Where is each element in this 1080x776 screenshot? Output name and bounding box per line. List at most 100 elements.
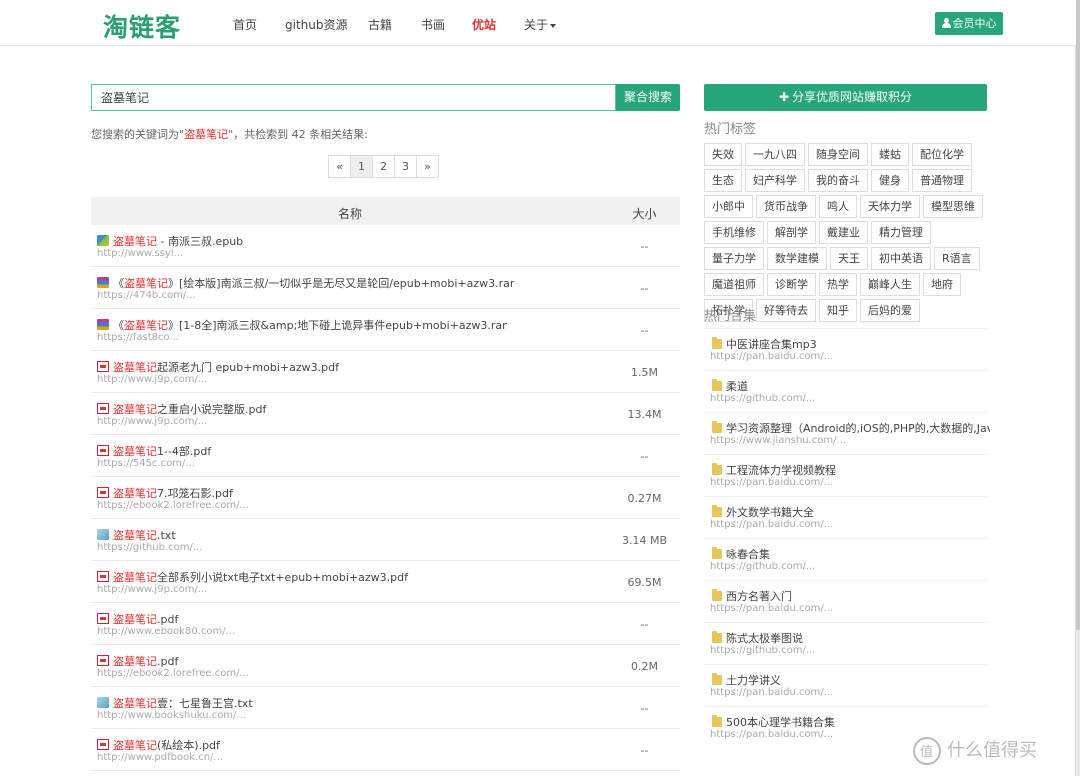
page-next[interactable]: » [416,155,439,178]
table-row[interactable]: 盗墓笔记.pdf http://www.ebook80.com/... -- [91,603,680,645]
collection-item[interactable]: 学习资源整理（Android的,iOS的,PHP的,大数据的,Java的, htt… [704,412,990,454]
title-keyword: 盗墓笔记 [113,571,157,584]
tag-item[interactable]: 量子力学 [704,247,764,270]
member-center-button[interactable]: 会员中心 [935,12,1003,35]
member-center-label: 会员中心 [952,17,997,30]
collection-title[interactable]: 学习资源整理（Android的,iOS的,PHP的,大数据的,Java的, [712,420,990,436]
row-title-link[interactable]: 盗墓笔记 - 南派三叔.epub [97,233,243,249]
collection-title[interactable]: 陈式太极拳图说 [712,630,990,646]
search-button[interactable]: 聚合搜索 [616,84,680,111]
collection-item[interactable]: 陈式太极拳图说 https://github.com/... [704,622,987,664]
tag-item[interactable]: 小郎中 [704,195,753,218]
table-row[interactable]: 盗墓笔记之重启小说完整版.pdf http://www.j9p.com/... 13… [91,393,680,435]
tag-item[interactable]: 巅峰人生 [860,273,920,296]
tag-item[interactable]: 知乎 [819,299,857,322]
table-row[interactable]: 盗墓笔记 - 南派三叔.epub http://www.ssyl... -- [91,225,680,267]
page-3[interactable]: 3 [394,155,417,178]
collection-title[interactable]: 土力学讲义 [712,672,990,688]
table-row[interactable]: 盗墓笔记.txt https://github.com/... 3.14 MB [91,519,680,561]
tag-item[interactable]: 我的奋斗 [808,169,868,192]
tag-item[interactable]: 魔道祖师 [704,273,764,296]
tag-item[interactable]: 地府 [923,273,961,296]
collection-item[interactable]: 西方名著入门 https://pan.baidu.com/... [704,580,987,622]
site-logo[interactable]: 淘链客 [103,8,181,44]
nav-ancient-books[interactable]: 古籍 [368,16,392,33]
row-title-link[interactable]: 盗墓笔记.pdf [97,611,178,627]
nav-home[interactable]: 首页 [233,16,257,33]
collection-title[interactable]: 外文数学书籍大全 [712,504,990,520]
nav-about[interactable]: 关于 [524,16,557,33]
tag-item[interactable]: 货币战争 [756,195,816,218]
tag-item[interactable]: 数学建模 [767,247,827,270]
tag-item[interactable]: 妇产科学 [745,169,805,192]
tag-item[interactable]: 随身空间 [808,143,868,166]
tag-item[interactable]: 好等待去 [756,299,816,322]
tag-item[interactable]: 模型思维 [923,195,983,218]
collection-title[interactable]: 西方名著入门 [712,588,990,604]
tag-item[interactable]: 后妈的爱 [860,299,920,322]
tag-item[interactable]: 配位化学 [912,143,972,166]
table-row[interactable]: 《盗墓笔记》[1-8全]南派三叔&amp;地下碰上诡异事件epub+mobi+a… [91,309,680,351]
tag-item[interactable]: 健身 [871,169,909,192]
tag-item[interactable]: 手机维修 [704,221,764,244]
tag-item[interactable]: 热学 [819,273,857,296]
row-title-link[interactable]: 盗墓笔记之重启小说完整版.pdf [97,401,266,417]
tag-item[interactable]: 失效 [704,143,742,166]
search-input[interactable] [91,84,616,111]
tag-item[interactable]: 初中英语 [871,247,931,270]
collection-title[interactable]: 柔道 [712,378,990,394]
tag-item[interactable]: 一九八四 [745,143,805,166]
hot-tags-title: 热门标签 [704,122,757,137]
tag-item[interactable]: 鸣人 [819,195,857,218]
table-row[interactable]: 盗墓笔记全部系列小说txt电子txt+epub+mobi+azw3.pdf htt… [91,561,680,603]
collection-title[interactable]: 500本心理学书籍合集 [712,714,990,730]
row-title-link[interactable]: 盗墓笔记1--4部.pdf [97,443,211,459]
collection-item[interactable]: 中医讲座合集mp3 https://pan.baidu.com/... [704,328,987,370]
table-row[interactable]: 盗墓笔记(私绘本).pdf http://www.pdfbook.cn/... -- [91,729,680,771]
table-row[interactable]: 盗墓笔记.pdf https://ebook2.lorefree.com/... 0… [91,645,680,687]
nav-calligraphy[interactable]: 书画 [421,16,445,33]
row-title-link[interactable]: 盗墓笔记全部系列小说txt电子txt+epub+mobi+azw3.pdf [97,569,408,585]
tag-item[interactable]: 戴建业 [819,221,868,244]
page-2[interactable]: 2 [372,155,395,178]
nav-github[interactable]: github资源 [285,16,348,33]
collection-item[interactable]: 咏春合集 https://github.com/... [704,538,987,580]
row-size: 3.14 MB [621,534,668,547]
row-title-link[interactable]: 《盗墓笔记》[1-8全]南派三叔&amp;地下碰上诡异事件epub+mobi+a… [97,317,507,333]
table-row[interactable]: 盗墓笔记7.邛笼石影.pdf https://ebook2.lorefree.co… [91,477,680,519]
collection-item[interactable]: 工程流体力学视频教程 https://pan.baidu.com/... [704,454,987,496]
collection-title[interactable]: 咏春合集 [712,546,990,562]
scrollbar[interactable] [1076,0,1080,776]
tag-item[interactable]: 天王 [830,247,868,270]
collection-title[interactable]: 工程流体力学视频教程 [712,462,990,478]
row-title-link[interactable]: 盗墓笔记(私绘本).pdf [97,737,220,753]
tag-item[interactable]: R语言 [934,247,980,270]
scrollbar-thumb[interactable] [1076,0,1080,630]
tag-item[interactable]: 精力管理 [871,221,931,244]
row-title-link[interactable]: 盗墓笔记7.邛笼石影.pdf [97,485,233,501]
row-title-link[interactable]: 盗墓笔记.pdf [97,653,178,669]
row-title-link[interactable]: 盗墓笔记.txt [97,527,176,543]
tag-item[interactable]: 蝼蛄 [871,143,909,166]
tag-item[interactable]: 生态 [704,169,742,192]
collection-item[interactable]: 土力学讲义 https://pan.baidu.com/... [704,664,987,706]
page-prev[interactable]: « [328,155,351,178]
table-row[interactable]: 盗墓笔记壹：七星鲁王宫.txt http://www.bookshuku.com/… [91,687,680,729]
table-row[interactable]: 《盗墓笔记》[绘本版]南派三叔/一切似乎是无尽又是轮回/epub+mobi+az… [91,267,680,309]
nav-featured-sites[interactable]: 优站 [472,16,496,33]
row-title-link[interactable]: 盗墓笔记壹：七星鲁王宫.txt [97,695,253,711]
table-row[interactable]: 盗墓笔记1--4部.pdf https://545c.com/... -- [91,435,680,477]
tag-item[interactable]: 诊断学 [767,273,816,296]
row-title-link[interactable]: 盗墓笔记起源老九门 epub+mobi+azw3.pdf [97,359,339,375]
collection-item[interactable]: 柔道 https://github.com/... [704,370,987,412]
row-url: http://www.pdfbook.cn/... [97,752,223,763]
page-1[interactable]: 1 [350,155,373,178]
table-row[interactable]: 盗墓笔记起源老九门 epub+mobi+azw3.pdf http://www.j… [91,351,680,393]
row-title-link[interactable]: 《盗墓笔记》[绘本版]南派三叔/一切似乎是无尽又是轮回/epub+mobi+az… [97,275,514,291]
tag-item[interactable]: 普通物理 [912,169,972,192]
tag-item[interactable]: 天体力学 [860,195,920,218]
collection-item[interactable]: 外文数学书籍大全 https://pan.baidu.com/... [704,496,987,538]
collection-title[interactable]: 中医讲座合集mp3 [712,336,990,352]
tag-item[interactable]: 解剖学 [767,221,816,244]
share-site-button[interactable]: ✚ 分享优质网站赚取积分 [704,84,987,111]
